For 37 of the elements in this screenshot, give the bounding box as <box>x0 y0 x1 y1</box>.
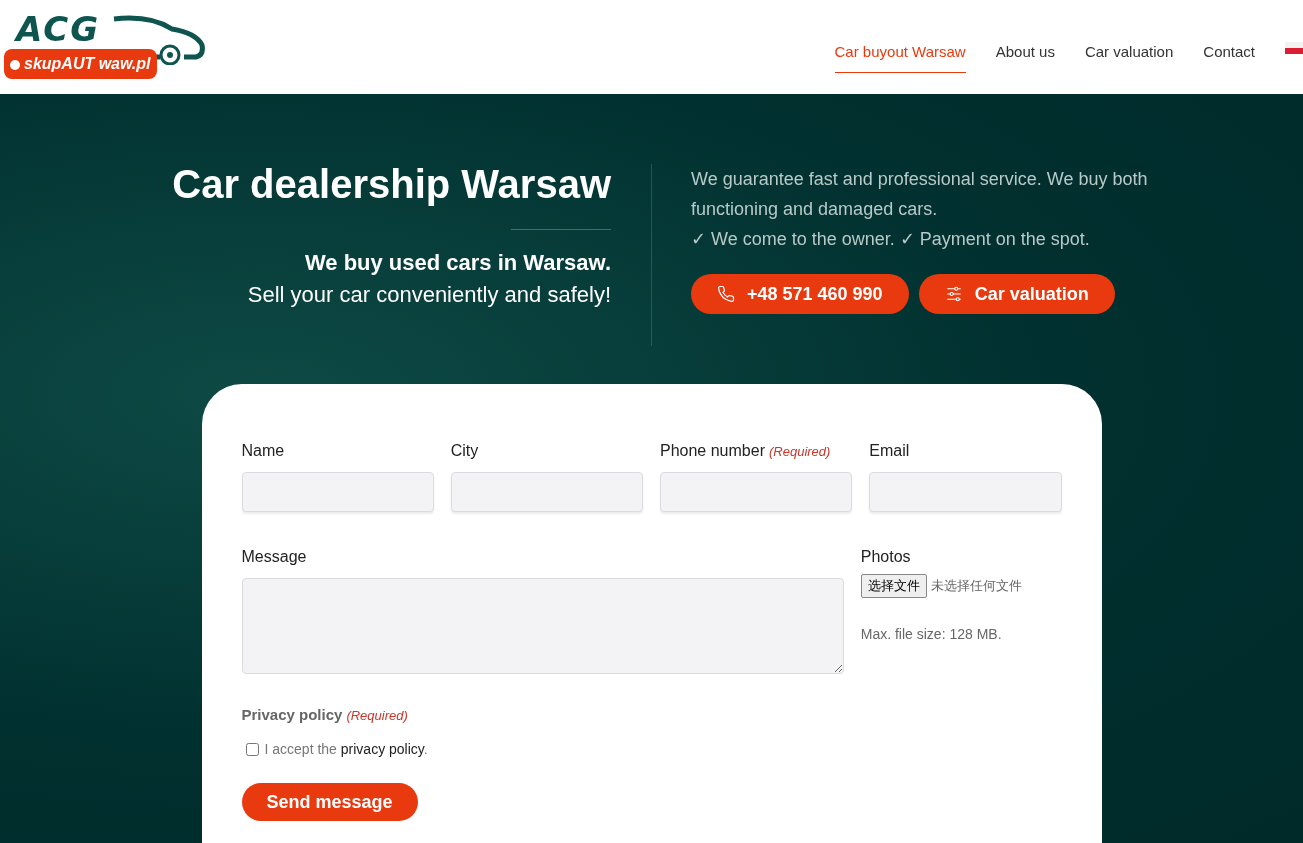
hero-description: We guarantee fast and professional service. We buy both functioning and damaged cars. <box>691 168 1149 221</box>
input-field[interactable] <box>869 472 1062 512</box>
phone-button[interactable]: +48 571 460 990 <box>691 274 909 314</box>
choose-file-button[interactable]: 选择文件 <box>860 574 927 598</box>
input-field[interactable] <box>450 472 643 512</box>
hero-tagline: Sell your car conveniently and safely! <box>247 282 611 308</box>
hero-title: Car dealership Warsaw <box>172 162 611 207</box>
field-label: City <box>450 442 479 460</box>
file-size-note: Max. file size: 128 MB. <box>860 626 1003 642</box>
privacy-label: Privacy policy <box>241 706 343 723</box>
field-label: Name <box>241 442 285 460</box>
input-field[interactable] <box>241 472 434 512</box>
nav-link[interactable]: About us <box>995 33 1055 73</box>
consent-checkbox[interactable] <box>245 742 259 756</box>
privacy-link[interactable]: privacy policy <box>340 741 424 757</box>
nav-link[interactable]: Contact <box>1203 33 1255 73</box>
field-label: Message <box>241 548 307 566</box>
consent-text: I accept the privacy policy. <box>264 741 428 757</box>
nav-link[interactable]: Car buyout Warsaw <box>834 33 966 73</box>
message-field[interactable] <box>241 578 844 674</box>
required-note: (Required) <box>768 444 831 459</box>
flag-icon[interactable] <box>1285 42 1303 54</box>
hero-benefits: ✓ We come to the owner. ✓ Payment on the spot. <box>691 228 1091 251</box>
field-label: Phone number <box>660 442 765 460</box>
hero-subtitle: We buy used cars in Warsaw. <box>304 250 611 276</box>
field-label: Email <box>869 442 910 460</box>
file-status: 未选择任何文件 <box>930 577 1022 595</box>
send-button[interactable]: Send message <box>241 783 418 821</box>
phone-icon <box>717 285 735 303</box>
valuation-button[interactable]: Car valuation <box>918 274 1115 314</box>
field-label: Photos <box>860 548 911 566</box>
input-field[interactable] <box>660 472 853 512</box>
required-note: (Required) <box>346 708 408 723</box>
logo-text: ACG <box>16 9 101 49</box>
logo-tag: skupAUT waw.pl <box>4 49 157 79</box>
sliders-icon <box>944 285 963 303</box>
nav-link[interactable]: Car valuation <box>1084 33 1174 73</box>
